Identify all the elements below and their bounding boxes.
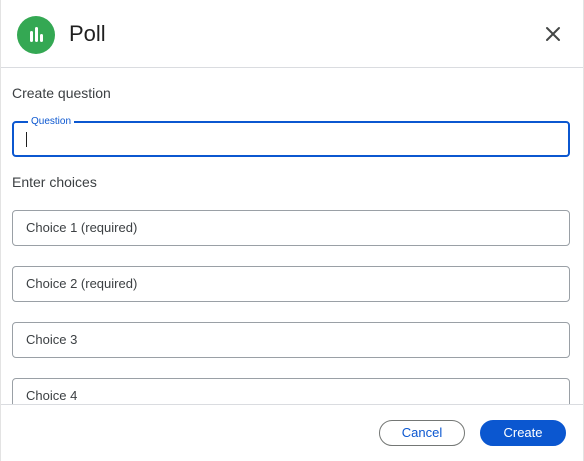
text-caret xyxy=(26,132,27,147)
enter-choices-label: Enter choices xyxy=(12,174,97,190)
dialog-content: Create question Question Enter choices C… xyxy=(1,68,583,404)
poll-dialog: Poll Create question Question Enter choi… xyxy=(0,0,584,461)
choice-2-input[interactable]: Choice 2 (required) xyxy=(12,266,570,302)
dialog-title: Poll xyxy=(69,21,106,46)
choice-3-input[interactable]: Choice 3 xyxy=(12,322,570,358)
create-button[interactable]: Create xyxy=(480,420,566,446)
dialog-header: Poll xyxy=(1,0,583,68)
dialog-footer: Cancel Create xyxy=(1,404,583,461)
question-input[interactable]: Question xyxy=(12,115,570,157)
poll-chart-icon xyxy=(17,16,55,54)
choice-1-input[interactable]: Choice 1 (required) xyxy=(12,210,570,246)
choice-4-input[interactable]: Choice 4 xyxy=(12,378,570,404)
close-icon[interactable] xyxy=(541,22,565,46)
cancel-button[interactable]: Cancel xyxy=(379,420,465,446)
create-question-label: Create question xyxy=(12,85,111,101)
question-field-label: Question xyxy=(28,115,75,129)
